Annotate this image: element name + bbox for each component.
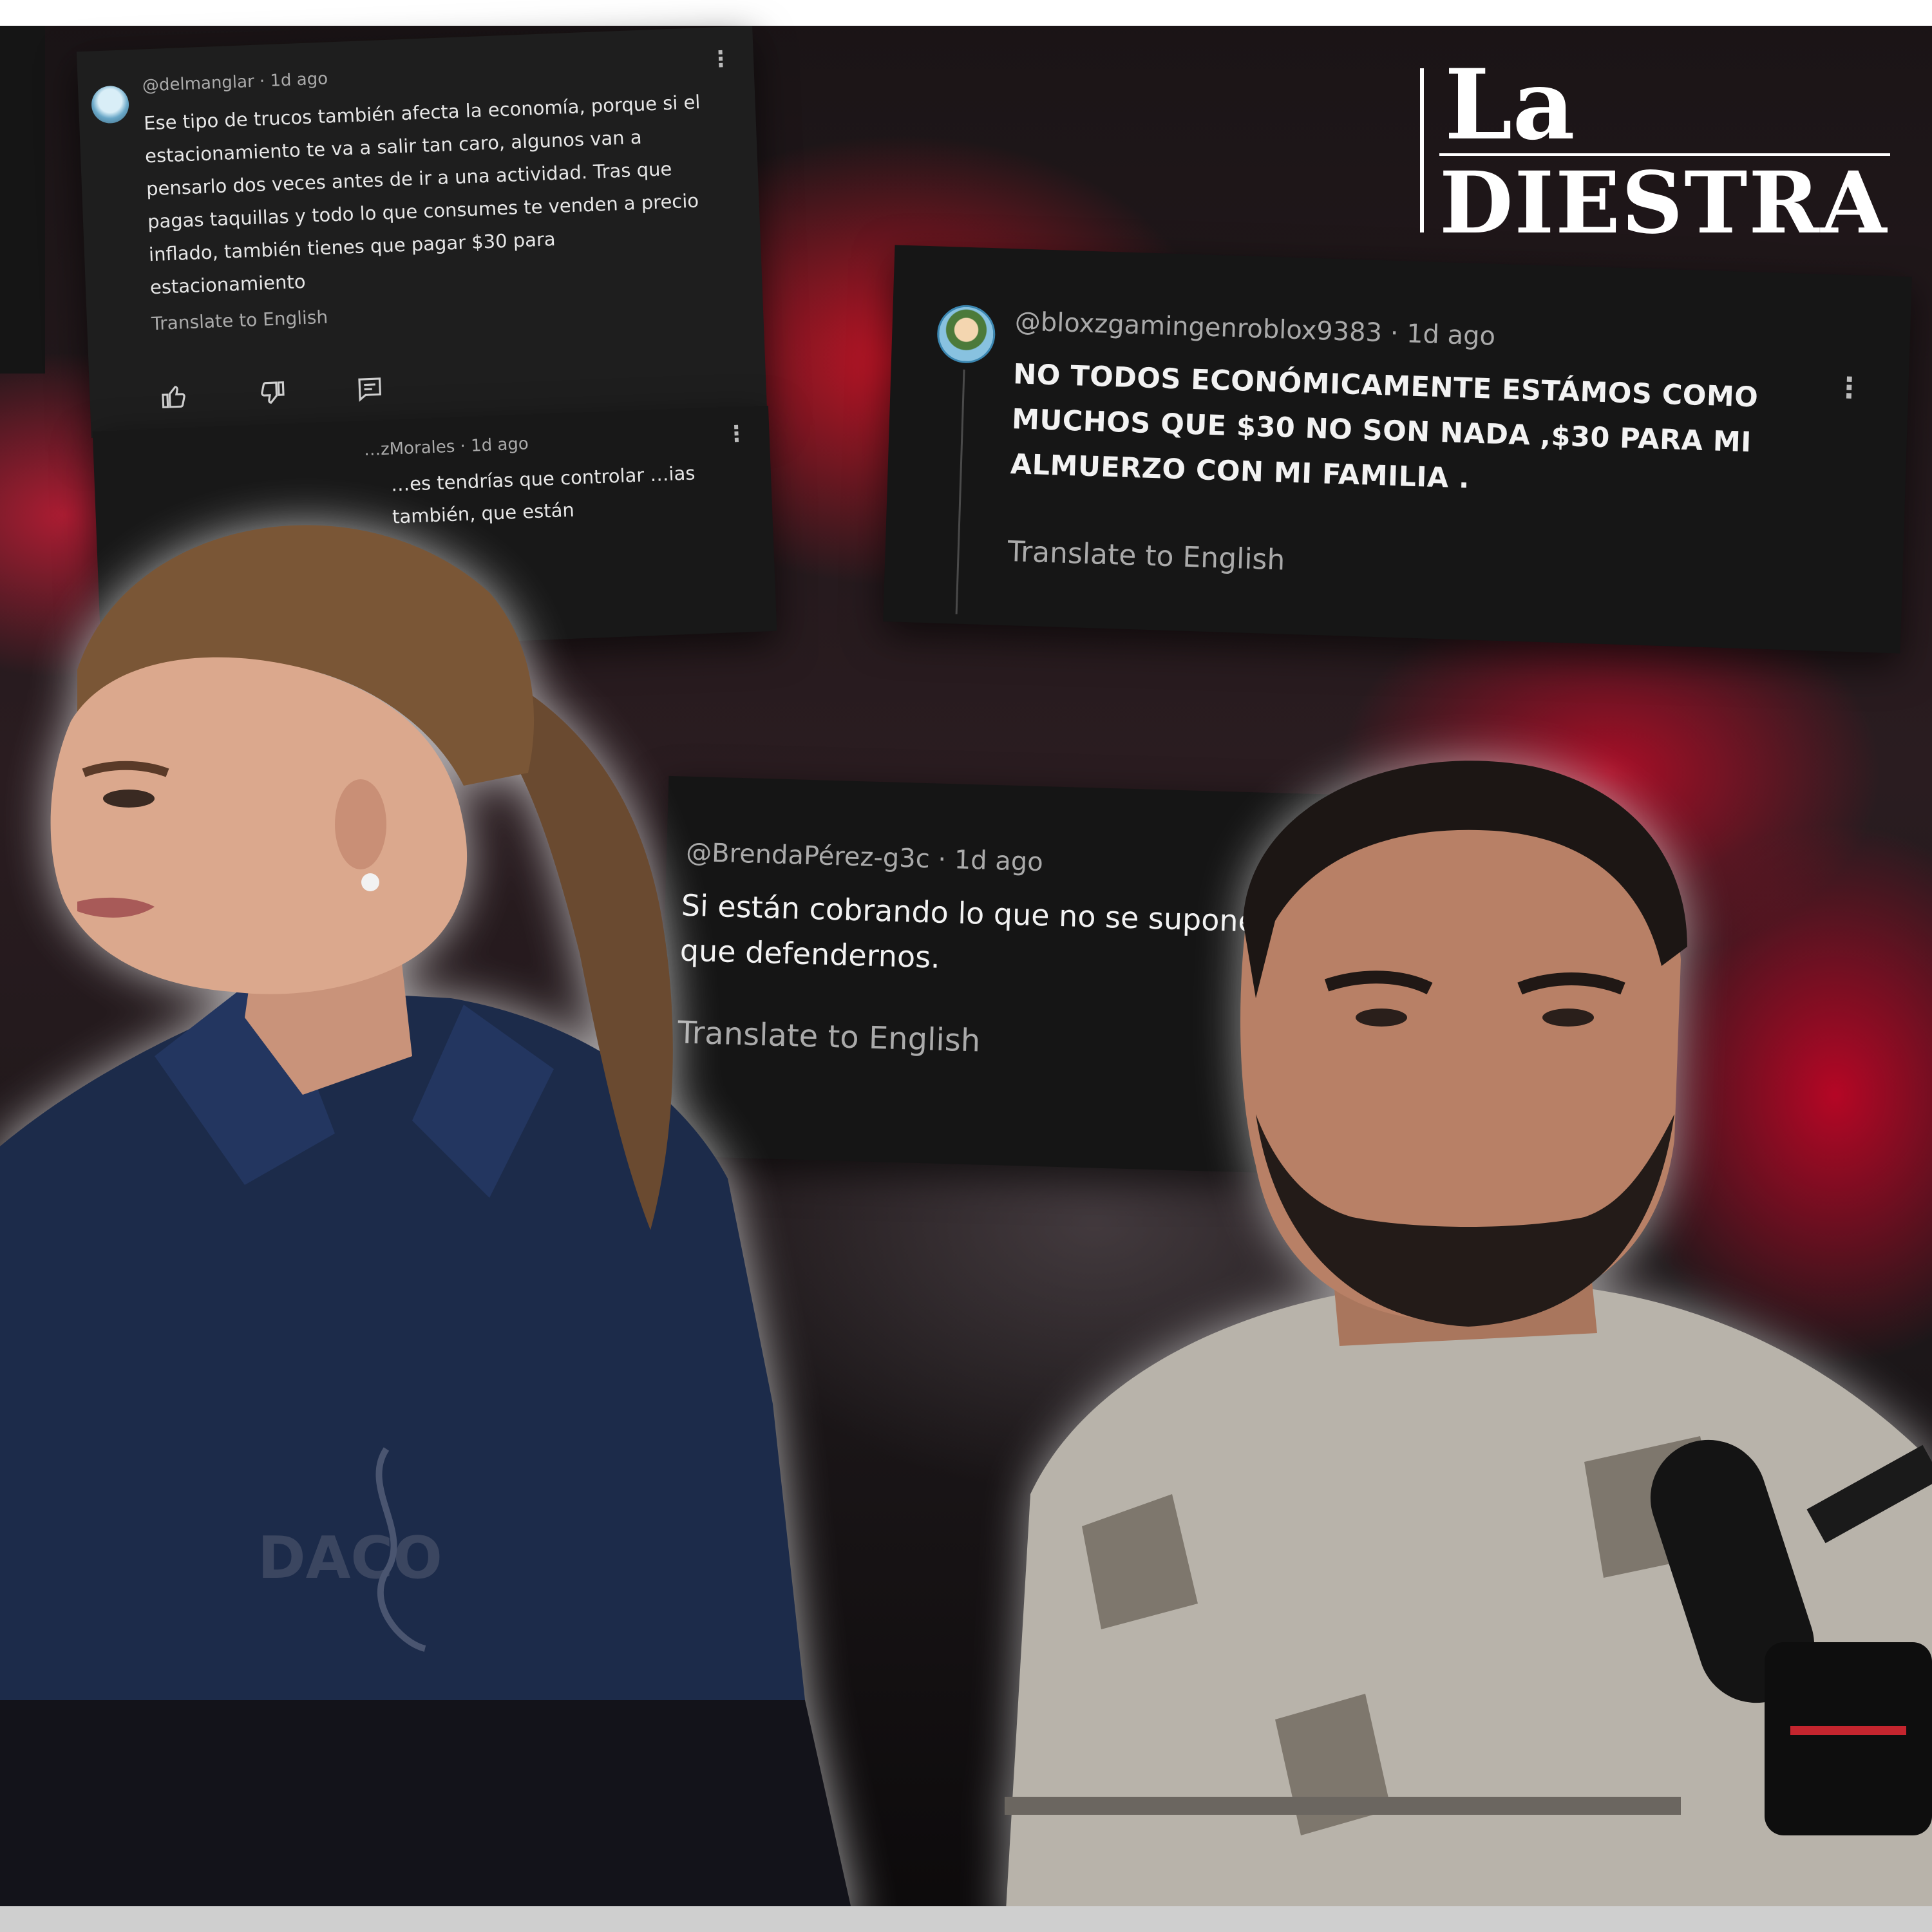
translate-link[interactable]: Translate to English (1007, 535, 1285, 577)
avatar[interactable] (936, 304, 996, 365)
kebab-menu-icon[interactable]: ⋮ (1835, 371, 1864, 404)
logo-bar (1420, 68, 1424, 232)
woman-photo: DACO (0, 525, 857, 1932)
translate-link[interactable]: Translate to English (151, 307, 328, 334)
kebab-menu-icon[interactable]: ⋮ (709, 46, 732, 72)
partial-comment-card (0, 26, 45, 374)
jacket-logo: DACO (258, 1524, 442, 1592)
comment-text: NO TODOS ECONÓMICAMENTE ESTÁMOS COMO MUC… (1010, 358, 1759, 495)
thumbs-up-icon[interactable] (160, 383, 189, 417)
avatar[interactable] (90, 85, 130, 124)
man-photo (1005, 761, 1932, 1932)
comment-card-3: @bloxzgamingenroblox9383 · 1d ago ⋮ NO T… (883, 245, 1912, 654)
comment-meta: @delmanglar · 1d ago (142, 69, 328, 96)
thumbs-down-icon[interactable] (258, 379, 287, 413)
comment-actions (160, 375, 384, 416)
comment-time: 1d ago (269, 69, 328, 91)
comment-text: Ese tipo de trucos también afecta la eco… (143, 91, 701, 299)
comment-handle[interactable]: @delmanglar (142, 72, 254, 96)
top-border (0, 0, 1932, 26)
bottom-border (0, 1906, 1932, 1932)
la-diestra-logo: La DIESTRA (1420, 48, 1890, 249)
comment-meta: @bloxzgamingenroblox9383 · 1d ago (1014, 307, 1496, 352)
comment-handle[interactable]: @bloxzgamingenroblox9383 (1014, 307, 1383, 348)
logo-line-2: DIESTRA (1439, 153, 1888, 253)
comment-card-1: @delmanglar · 1d ago ⋮ Ese tipo de truco… (76, 26, 768, 438)
logo-line-1: La (1444, 48, 1575, 162)
comment-time: 1d ago (1406, 319, 1496, 352)
reply-icon[interactable] (356, 375, 384, 409)
thread-line (955, 369, 965, 614)
